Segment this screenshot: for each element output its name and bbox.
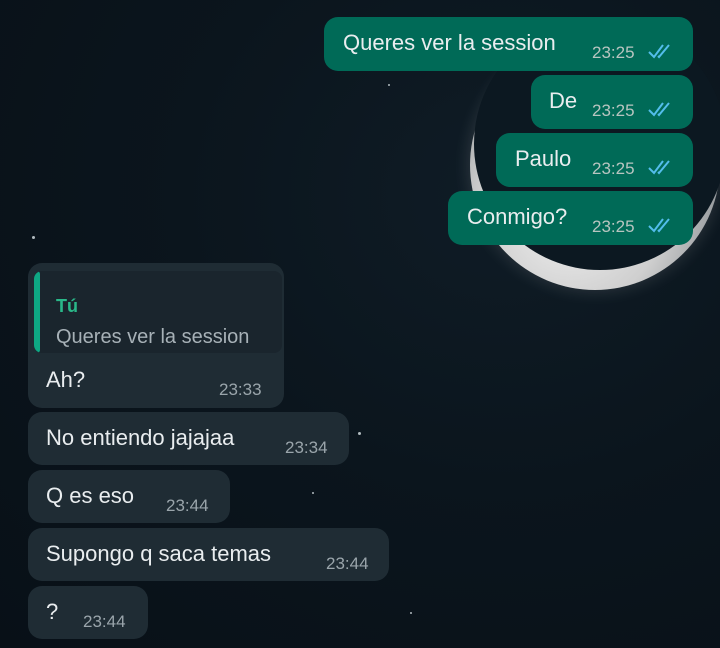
message-time: 23:44	[166, 496, 209, 515]
outgoing-message[interactable]: De 23:25	[531, 75, 693, 129]
outgoing-message[interactable]: Queres ver la session 23:25	[324, 17, 693, 71]
message-text: Conmigo?	[467, 204, 568, 229]
message-time: 23:25	[592, 101, 635, 120]
message-text: Paulo	[515, 146, 572, 171]
read-check-icon	[648, 218, 670, 233]
message-text: No entiendo jajajaa	[46, 425, 235, 450]
message-text: Supongo q saca temas	[46, 541, 272, 566]
message-text: Q es eso	[46, 483, 135, 508]
incoming-message[interactable]: No entiendo jajajaa 23:34	[28, 412, 349, 465]
message-time: 23:25	[592, 217, 635, 236]
message-time: 23:25	[592, 159, 635, 178]
quoted-text: Queres ver la session	[56, 326, 250, 348]
incoming-message[interactable]: Tú Queres ver la session Ah? 23:33	[28, 263, 284, 408]
outgoing-message[interactable]: Conmigo? 23:25	[448, 191, 693, 245]
message-text: Ah?	[46, 367, 86, 392]
read-check-icon	[648, 160, 670, 175]
incoming-message[interactable]: Supongo q saca temas 23:44	[28, 528, 389, 581]
message-text: De	[549, 88, 578, 113]
quoted-author: Tú	[56, 296, 78, 316]
message-time: 23:44	[83, 612, 126, 631]
message-text: ?	[46, 599, 59, 624]
message-text: Queres ver la session	[343, 30, 556, 55]
message-time: 23:25	[592, 43, 635, 62]
message-list[interactable]: Queres ver la session 23:25 De 23:25 Pau…	[0, 0, 720, 648]
read-check-icon	[648, 44, 670, 59]
message-time: 23:34	[285, 438, 328, 457]
read-check-icon	[648, 102, 670, 117]
incoming-message[interactable]: Q es eso 23:44	[28, 470, 230, 523]
outgoing-message[interactable]: Paulo 23:25	[496, 133, 693, 187]
quote-accent-bar	[34, 271, 40, 353]
quoted-reply[interactable]: Tú Queres ver la session	[34, 271, 282, 353]
message-time: 23:33	[219, 380, 262, 399]
incoming-message[interactable]: ? 23:44	[28, 586, 148, 639]
message-time: 23:44	[326, 554, 369, 573]
